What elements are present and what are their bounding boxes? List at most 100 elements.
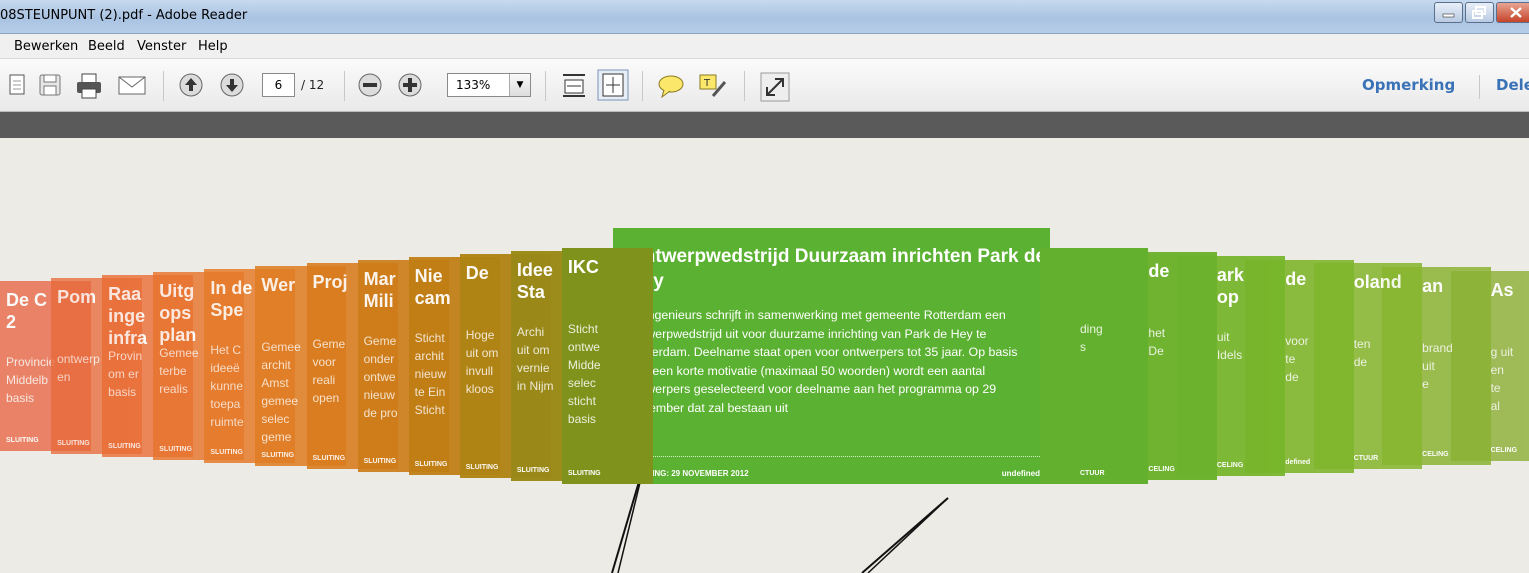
card-title: Pom <box>57 287 97 307</box>
menu-bewerken[interactable]: Bewerken <box>14 39 78 54</box>
separator <box>1479 75 1480 99</box>
card-sluiting: SLUITING <box>210 449 243 456</box>
card-body: ten de <box>1353 337 1371 370</box>
card-title: Idee Sta <box>516 260 553 302</box>
card-sluiting: SLUITING <box>57 440 90 447</box>
comment-link[interactable]: Opmerking <box>1362 76 1455 94</box>
restore-icon <box>1472 6 1486 19</box>
menu-bar: Bewerken Beeld Venster Help <box>0 34 1529 59</box>
card-body: Geme voor reali open <box>312 337 346 405</box>
card-body: ding s <box>1080 322 1103 354</box>
open-file-icon[interactable] <box>8 72 28 98</box>
zoom-in-icon[interactable] <box>396 72 424 100</box>
card-title: de <box>1285 268 1307 289</box>
comment-icon[interactable] <box>656 72 686 100</box>
card-body: Het C ideeë kunne toepa ruimte <box>210 343 244 429</box>
email-icon[interactable] <box>116 72 148 98</box>
separator <box>163 71 164 101</box>
card-title: Uitg ops plan <box>159 281 197 345</box>
featured-body: NLingenieurs schrijft in samenwerking me… <box>629 308 1018 415</box>
close-icon <box>1510 7 1522 18</box>
zoom-value: 133% <box>456 78 491 92</box>
page-total: / 12 <box>301 78 325 92</box>
card-title: As <box>1490 280 1514 300</box>
card-body: Sticht archit nieuw te Ein Sticht <box>414 331 447 417</box>
zoom-select[interactable]: 133% ▼ <box>447 73 531 97</box>
card-title: IKC <box>567 257 599 277</box>
menu-help[interactable]: Help <box>198 39 228 54</box>
page-number-input[interactable]: 6 <box>262 73 295 97</box>
card-body: het De <box>1148 325 1166 358</box>
card-sluiting: SLUITING <box>414 461 448 468</box>
card-sluiting: SLUITING <box>567 470 601 477</box>
highlight-text-icon[interactable]: T <box>697 72 729 100</box>
card-title: oland <box>1353 272 1402 293</box>
featured-card[interactable]: Ontwerpwedstrijd Duurzaam inrichten Park… <box>613 228 1050 484</box>
card-footer: CELING <box>1148 466 1175 474</box>
card-sluiting: SLUITING <box>516 467 550 474</box>
carousel-card-left[interactable]: IKC Sticht ontwe Midde selec sticht basis… <box>561 248 653 484</box>
next-page-icon[interactable] <box>218 72 246 100</box>
card-footer: CTUUR <box>1080 470 1105 477</box>
print-icon[interactable] <box>74 72 104 100</box>
card-title: In de Spe <box>210 278 253 320</box>
window-title: 08STEUNPUNT (2).pdf - Adobe Reader <box>0 8 248 23</box>
card-body: Sticht ontwe Midde selec sticht basis <box>567 322 601 426</box>
card-body: Provincie Middelb basis <box>6 355 56 405</box>
card-body: brand uit e <box>1422 341 1453 392</box>
card-title: ark op <box>1216 264 1244 307</box>
card-body: Provin om er basis <box>108 349 143 399</box>
svg-text:T: T <box>703 78 711 89</box>
card-sluiting: SLUITING <box>261 452 295 459</box>
fit-page-icon[interactable] <box>597 69 629 101</box>
card-sluiting: SLUITING <box>108 443 141 450</box>
carousel-card-right[interactable]: ding s CTUUR <box>1040 248 1149 484</box>
close-button[interactable] <box>1496 2 1529 23</box>
menu-venster[interactable]: Venster <box>137 39 186 54</box>
card-footer: defined <box>1285 458 1311 466</box>
minimize-button[interactable] <box>1434 2 1463 23</box>
menu-beeld[interactable]: Beeld <box>88 39 125 54</box>
card-footer: CELING <box>1490 447 1518 454</box>
card-footer: CELING <box>1216 462 1244 470</box>
card-title: Nie cam <box>414 266 451 308</box>
featured-title: Ontwerpwedstrijd Duurzaam inrichten Park… <box>629 246 1047 292</box>
card-title: Proj <box>312 272 348 292</box>
share-link[interactable]: Dele <box>1496 76 1529 94</box>
card-body: voor te de <box>1285 333 1309 384</box>
card-sluiting: SLUITING <box>159 446 192 453</box>
card-footer: CTUUR <box>1353 454 1379 462</box>
card-body: Archi uit om vernie in Nijm <box>516 325 554 393</box>
card-title: Raa inge infra <box>108 284 148 348</box>
separator <box>545 71 546 101</box>
card-sluiting: SLUITING <box>6 437 39 444</box>
card-title: an <box>1422 276 1444 297</box>
maximize-button[interactable] <box>1465 2 1494 23</box>
document-header-bar <box>0 112 1529 138</box>
card-body: ontwerp en <box>57 352 100 384</box>
card-title: Wer <box>261 275 296 295</box>
fit-width-icon[interactable] <box>560 72 588 100</box>
card-title: de <box>1148 260 1170 281</box>
card-body: g uit en te al <box>1490 345 1514 413</box>
card-body: Gemee terbe realis <box>159 346 199 396</box>
card-body: Hoge uit om invull kloos <box>465 328 499 396</box>
card-sluiting: SLUITING <box>312 455 346 462</box>
chevron-down-icon[interactable]: ▼ <box>509 74 530 96</box>
previous-page-icon[interactable] <box>177 72 205 100</box>
card-body: uit Idels <box>1216 329 1243 362</box>
title-bar: 08STEUNPUNT (2).pdf - Adobe Reader <box>0 0 1529 34</box>
featured-divider <box>613 456 1050 457</box>
card-title: Mar Mili <box>363 269 396 311</box>
zoom-out-icon[interactable] <box>356 72 384 100</box>
toolbar: 6 / 12 133% ▼ T Opmerking Dele <box>0 59 1529 112</box>
card-sluiting: SLUITING <box>363 458 397 465</box>
card-title: De C 2 <box>6 290 48 332</box>
save-icon[interactable] <box>37 72 63 98</box>
fullscreen-icon[interactable] <box>760 72 790 102</box>
card-body: Geme onder ontwe nieuw de pro <box>363 334 398 420</box>
card-sluiting: SLUITING <box>465 464 499 471</box>
separator <box>344 71 345 101</box>
featured-footer-right: undefined <box>1001 469 1040 478</box>
separator <box>744 71 745 101</box>
